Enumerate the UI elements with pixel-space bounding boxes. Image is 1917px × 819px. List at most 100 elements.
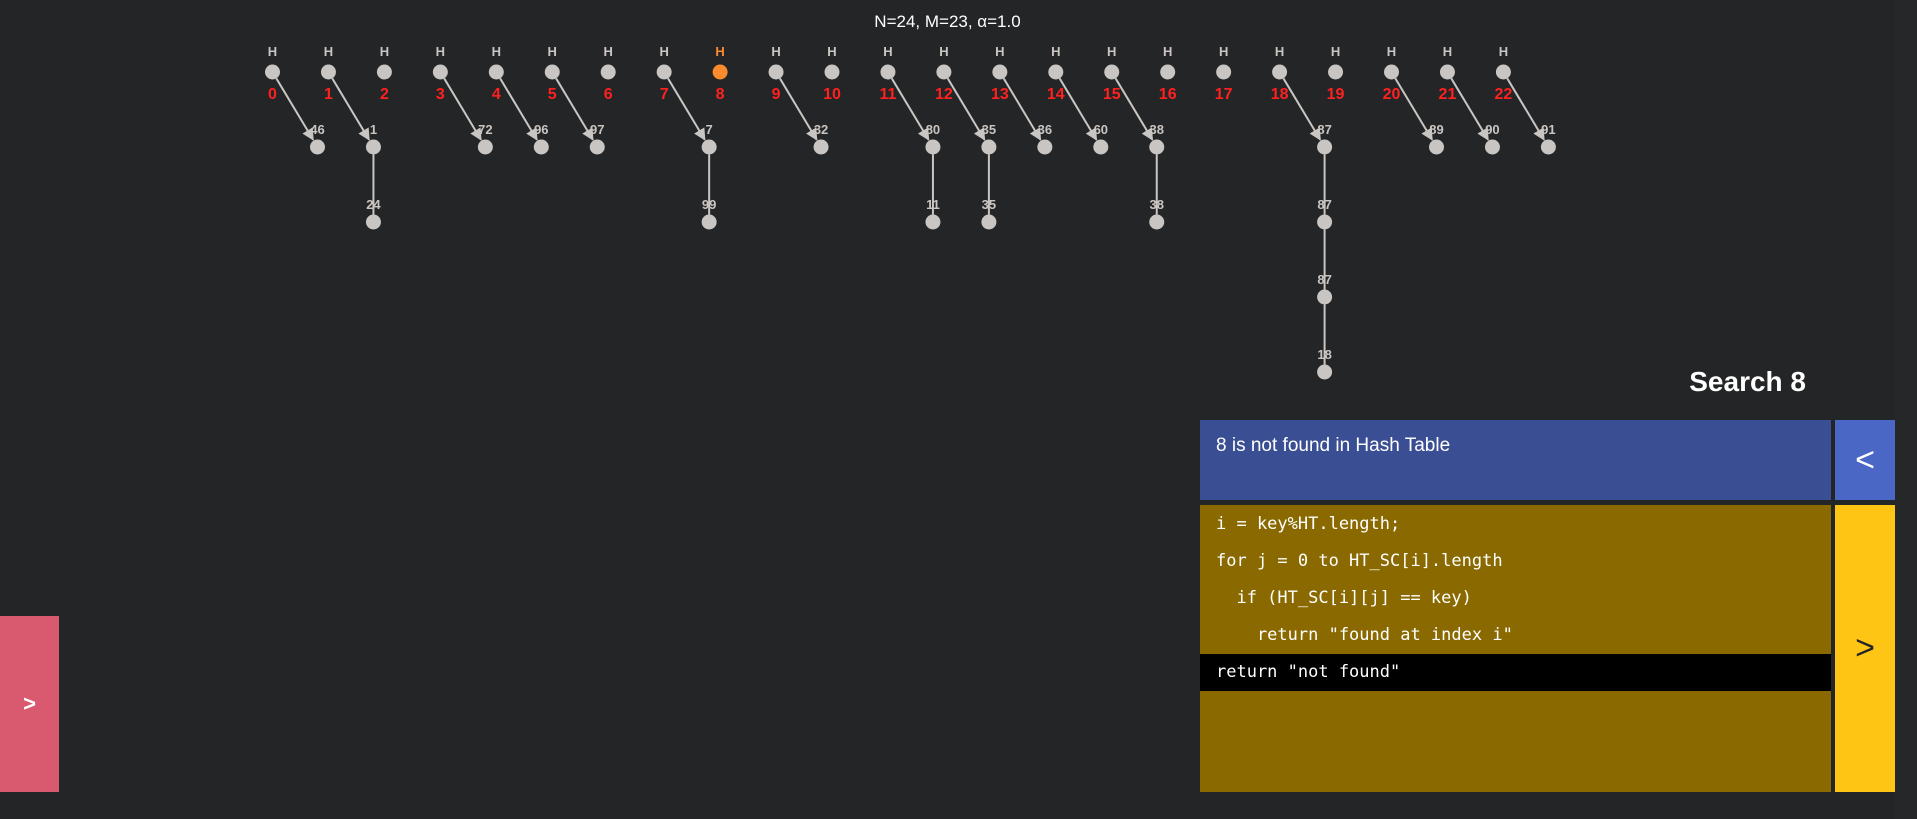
chain-arrow <box>1282 77 1322 141</box>
chain-arrow <box>1506 77 1545 141</box>
chain-node <box>365 214 381 230</box>
code-line-1: i = key%HT.length; <box>1216 514 1401 534</box>
chain-arrow <box>1450 77 1489 141</box>
chain-node <box>477 139 493 155</box>
chain-node-value: 60 <box>1094 122 1108 137</box>
bucket-head-label: H <box>1107 44 1116 59</box>
chain-node <box>1317 214 1333 230</box>
chain-node <box>701 139 717 155</box>
chain-node <box>1540 139 1556 155</box>
bucket-head-label: H <box>492 44 501 59</box>
chain-node-value: 11 <box>926 197 940 212</box>
bucket-head-node <box>1384 64 1399 80</box>
bucket-index-label: 18 <box>1271 86 1289 103</box>
bucket-head-label: H <box>1331 44 1340 59</box>
chain-node-value: 96 <box>534 122 548 137</box>
table-stats: N=24, M=23, α=1.0 <box>874 12 1021 31</box>
bucket-head-node <box>1160 64 1176 80</box>
bucket-head-node <box>656 64 672 80</box>
bucket-index-label: 7 <box>660 86 669 103</box>
chain-arrow <box>555 77 594 141</box>
chain-node-value: 24 <box>366 197 381 212</box>
chain-node-value: 18 <box>1317 347 1331 362</box>
chevron-left-icon: < <box>1855 440 1875 479</box>
chain-arrow <box>1114 77 1154 141</box>
bucket-head-node <box>320 64 336 80</box>
bucket-index-label: 3 <box>436 86 445 103</box>
bucket-index-label: 4 <box>492 86 501 103</box>
bucket-index-label: 22 <box>1495 86 1513 103</box>
chain-node-value: 99 <box>702 197 716 212</box>
chain-node <box>1093 139 1109 155</box>
bucket-index-label: 20 <box>1383 86 1401 103</box>
bucket-head-label: H <box>1219 44 1228 59</box>
chevron-right-icon: > <box>1855 629 1875 667</box>
bucket-head-node <box>1048 64 1064 80</box>
chain-node <box>1149 214 1165 230</box>
chain-arrow <box>499 77 538 141</box>
chain-node-value: 1 <box>370 122 377 137</box>
bucket-index-label: 16 <box>1159 86 1177 103</box>
bucket-index-label: 2 <box>380 86 389 103</box>
chain-node <box>365 139 381 155</box>
bucket-head-label: H <box>1163 44 1172 59</box>
code-line-5: return "not found" <box>1200 654 1831 691</box>
bucket-head-node <box>376 64 392 80</box>
chain-node <box>310 139 325 155</box>
bucket-head-label: H <box>1387 44 1396 59</box>
bucket-head-label: H <box>939 44 948 59</box>
code-line-4: return "found at index i" <box>1216 625 1513 645</box>
page-scrollbar[interactable] <box>1895 0 1917 819</box>
chain-node-value: 32 <box>814 122 828 137</box>
bucket-index-label: 17 <box>1215 86 1233 103</box>
bucket-head-node <box>1439 64 1455 80</box>
bucket-head-node <box>544 64 560 80</box>
chain-arrow <box>946 77 986 141</box>
bucket-head-node <box>1328 64 1344 80</box>
bucket-head-node <box>1216 64 1232 80</box>
next-step-button[interactable]: > <box>1835 505 1895 792</box>
chain-arrow <box>275 77 314 141</box>
chain-node-value: 87 <box>1317 122 1331 137</box>
code-line-3: if (HT_SC[i][j] == key) <box>1216 588 1472 608</box>
chain-arrow <box>1394 77 1433 141</box>
bucket-index-label: 10 <box>823 86 841 103</box>
chain-arrow <box>331 77 370 141</box>
chain-arrow <box>890 77 930 141</box>
chain-arrow <box>779 77 818 141</box>
bucket-index-label: 21 <box>1439 86 1457 103</box>
bucket-index-label: 6 <box>604 86 613 103</box>
chain-node-value: 90 <box>1485 122 1499 137</box>
bucket-head-label: H <box>324 44 333 59</box>
pseudocode-panel: i = key%HT.length; for j = 0 to HT_SC[i]… <box>1200 505 1831 792</box>
bucket-head-label: H <box>1275 44 1284 59</box>
chain-node <box>1484 139 1500 155</box>
bucket-head-node <box>1272 64 1288 80</box>
chain-arrow <box>1002 77 1042 141</box>
bucket-index-label: 1 <box>324 86 333 103</box>
bucket-index-label: 9 <box>772 86 781 103</box>
side-panel-toggle[interactable]: > <box>0 616 59 792</box>
chain-node <box>981 139 997 155</box>
bucket-index-label: 15 <box>1103 86 1121 103</box>
chain-node <box>701 214 717 230</box>
chain-node <box>1317 289 1333 305</box>
bucket-head-node <box>1104 64 1120 80</box>
bucket-head-node <box>1495 64 1511 80</box>
bucket-index-label: 19 <box>1327 86 1345 103</box>
chain-node <box>981 214 997 230</box>
bucket-index-label: 14 <box>1047 86 1065 103</box>
chain-node-value: 87 <box>1317 272 1331 287</box>
chain-node-value: 35 <box>982 197 996 212</box>
expand-arrow-icon: > <box>23 691 36 716</box>
chain-node-value: 36 <box>1038 122 1052 137</box>
chain-node <box>925 214 941 230</box>
previous-step-button[interactable]: < <box>1835 420 1895 500</box>
chain-node <box>533 139 549 155</box>
chain-node-value: 38 <box>1150 197 1164 212</box>
bucket-head-label: H <box>604 44 613 59</box>
chain-node-value: 89 <box>1429 122 1443 137</box>
bucket-head-node <box>600 64 616 80</box>
chain-node <box>1317 139 1333 155</box>
chain-node <box>813 139 829 155</box>
